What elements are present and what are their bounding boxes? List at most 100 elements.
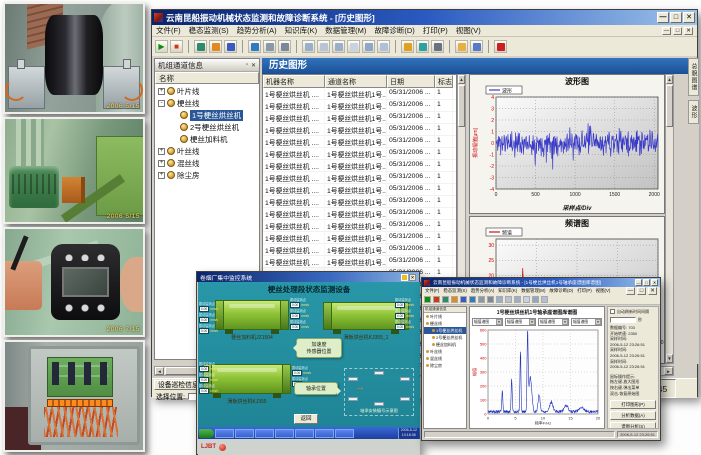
scroll-right-icon[interactable]: ► [664, 367, 673, 375]
title-bar[interactable]: 云南昆船振动机械状态监测和故障诊断系统 - [历史图形] —□✕ [152, 10, 697, 25]
table-row[interactable]: 1号梗丝烘丝机 ....1号梗丝烘丝机1号...05/31/2006 ...1 [263, 208, 456, 220]
back-button[interactable]: 返回 [294, 414, 318, 424]
menu-item[interactable]: 数据管理(M) [325, 25, 366, 36]
menu-item[interactable]: 文件(F) [156, 25, 181, 36]
table-row[interactable]: 1号梗丝烘丝机 ....1号梗丝烘丝机1号...05/31/2006 ...1 [263, 88, 456, 100]
column-header[interactable]: 标志 [435, 75, 453, 88]
refresh-interval-input[interactable] [610, 317, 636, 323]
mdi-restore-icon[interactable]: □ [637, 287, 646, 295]
toolbar-icon[interactable] [424, 296, 431, 303]
close-icon[interactable]: ✕ [683, 12, 695, 23]
tree-item[interactable]: 混丝线 [424, 355, 466, 362]
action-button[interactable]: 谱图分析(S) [610, 422, 656, 429]
table-row[interactable]: 1号梗丝烘丝机 ....1号梗丝烘丝机1号...05/31/2006 ...1 [263, 196, 456, 208]
mdi-restore-icon[interactable]: □ [673, 27, 682, 35]
minimize-icon[interactable]: — [635, 279, 642, 286]
spectrum-type-dropdown[interactable]: 幅值谱图▾ [472, 318, 503, 326]
menu-item[interactable]: 故障诊断(D) [549, 288, 573, 294]
title-bar[interactable]: 云南昆船振动机械状态监测和故障诊断系统 - [1号梗丝烘丝机1号轴承座谱图库谱图… [422, 278, 660, 287]
column-header[interactable]: 日期 [387, 75, 435, 88]
scroll-up-icon[interactable]: ▲ [666, 75, 673, 84]
table-row[interactable]: 1号梗丝烘丝机 ....1号梗丝烘丝机1号...05/31/2006 ...1 [263, 244, 456, 256]
table-row[interactable]: 1号梗丝烘丝机 ....1号梗丝烘丝机1号...05/31/2006 ...1 [263, 160, 456, 172]
menu-item[interactable]: 趋势分析(A) [471, 288, 494, 294]
table-row[interactable]: 1号梗丝烘丝机 ....1号梗丝烘丝机1号...05/31/2006 ...1 [263, 136, 456, 148]
close-icon[interactable]: ✕ [251, 62, 256, 69]
toolbar-icon[interactable] [478, 296, 485, 303]
toolbar-icon[interactable] [442, 296, 449, 303]
tree-column-header[interactable]: 名称 [155, 72, 259, 84]
toolbar-icon[interactable] [362, 40, 375, 53]
table-row[interactable]: 1号梗丝烘丝机 ....1号梗丝烘丝机1号...05/31/2006 ...1 [263, 256, 456, 268]
menu-item[interactable]: 打印(P) [423, 25, 448, 36]
minimize-icon[interactable] [401, 274, 408, 281]
toolbar-icon[interactable] [470, 40, 483, 53]
toolbar-icon[interactable] [505, 296, 512, 303]
toolbar-icon[interactable] [514, 296, 521, 303]
toolbar-icon[interactable] [224, 40, 237, 53]
menu-item[interactable]: 知识库(K) [498, 288, 517, 294]
mdi-close-icon[interactable]: ✕ [648, 287, 657, 295]
taskbar-item[interactable] [255, 429, 274, 438]
menu-item[interactable]: 趋势分析(A) [237, 25, 277, 36]
scada-title-bar[interactable]: 卷烟厂集中监控系统 ✕ [197, 272, 419, 282]
toolbar-icon[interactable] [460, 296, 467, 303]
charts-scrollbar[interactable]: ▲ ▼ [665, 74, 674, 364]
tree-item[interactable]: 除尘房 [424, 362, 466, 369]
toolbar-icon[interactable] [494, 40, 507, 53]
stop-icon[interactable]: ■ [170, 40, 183, 53]
tree-item[interactable]: -梗丝线 [155, 97, 259, 109]
taskbar-item[interactable] [295, 429, 314, 438]
tree-item[interactable]: 2号梗丝烘丝机 [155, 121, 259, 133]
table-row[interactable]: 1号梗丝烘丝机 ....1号梗丝烘丝机1号...05/31/2006 ...1 [263, 112, 456, 124]
toolbar-icon[interactable] [401, 40, 414, 53]
scroll-down-icon[interactable]: ▼ [666, 354, 673, 363]
tree-item[interactable]: 梗丝加料机 [424, 341, 466, 348]
minimize-icon[interactable]: — [657, 12, 669, 23]
side-tab[interactable]: 波形 [688, 100, 699, 124]
menu-item[interactable]: 文件(F) [425, 288, 439, 294]
play-icon[interactable]: ▶ [155, 40, 168, 53]
toolbar-icon[interactable] [469, 296, 476, 303]
toolbar-icon[interactable] [302, 40, 315, 53]
toolbar-icon[interactable] [263, 40, 276, 53]
tree-item[interactable]: 2号梗丝烘丝机 [424, 334, 466, 341]
spectrum-type-dropdown[interactable]: 幅值谱图▾ [505, 318, 536, 326]
tree-item[interactable]: 叶片线 [424, 313, 466, 320]
table-row[interactable]: 1号梗丝烘丝机 ....1号梗丝烘丝机1号...05/31/2006 ...1 [263, 220, 456, 232]
toolbar-icon[interactable] [278, 40, 291, 53]
toolbar-icon[interactable] [496, 296, 503, 303]
toolbar-icon[interactable] [433, 296, 440, 303]
tree-item[interactable]: 梗丝加料机 [155, 133, 259, 145]
toolbar-icon[interactable] [209, 40, 222, 53]
toolbar-icon[interactable] [248, 40, 261, 53]
toolbar-icon[interactable] [451, 296, 458, 303]
toolbar-icon[interactable] [347, 40, 360, 53]
mdi-minimize-icon[interactable]: — [626, 287, 635, 295]
mdi-minimize-icon[interactable]: — [662, 27, 671, 35]
column-header[interactable]: 机器名称 [263, 75, 325, 88]
maximize-icon[interactable]: □ [643, 279, 650, 286]
mdi-close-icon[interactable]: ✕ [684, 27, 693, 35]
tree-item[interactable]: +除尘房 [155, 169, 259, 181]
column-header[interactable]: 通道名称 [325, 75, 387, 88]
tree-item[interactable]: 1号梗丝烘丝机 [424, 327, 466, 334]
taskbar-item[interactable] [215, 429, 234, 438]
taskbar-item[interactable] [315, 429, 334, 438]
toolbar-icon[interactable] [487, 296, 494, 303]
toolbar-icon[interactable] [377, 40, 390, 53]
tree-item[interactable]: +叶丝线 [155, 145, 259, 157]
tree-item[interactable]: +叶片线 [155, 85, 259, 97]
side-tab[interactable]: 总貌图谱 [688, 58, 699, 96]
scroll-left-icon[interactable]: ◄ [155, 367, 164, 375]
spectrum-type-dropdown[interactable]: 幅值谱图▾ [538, 318, 569, 326]
menu-item[interactable]: 视图(V) [456, 25, 481, 36]
pin-icon[interactable]: ▫ [246, 62, 248, 69]
close-icon[interactable]: ✕ [409, 274, 416, 281]
menu-item[interactable]: 故障诊断(D) [374, 25, 414, 36]
spectrum-type-dropdown[interactable]: 幅值谱图▾ [571, 318, 602, 326]
taskbar-item[interactable] [235, 429, 254, 438]
menu-item[interactable]: 数据管理(M) [521, 288, 545, 294]
menu-item[interactable]: 稳态监测(S) [189, 25, 229, 36]
menu-item[interactable]: 知识库(K) [285, 25, 318, 36]
